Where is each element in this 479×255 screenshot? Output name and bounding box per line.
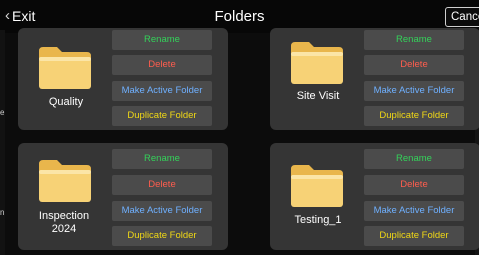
delete-button[interactable]: Delete bbox=[112, 175, 212, 195]
delete-button[interactable]: Delete bbox=[364, 55, 464, 75]
make-active-folder-button[interactable]: Make Active Folder bbox=[364, 81, 464, 101]
cancel-button[interactable]: Cancel bbox=[445, 7, 479, 27]
folder-card: Site Visit Rename Delete Make Active Fol… bbox=[270, 28, 479, 130]
folder-card: Testing_1 Rename Delete Make Active Fold… bbox=[270, 143, 479, 250]
folder-icon[interactable] bbox=[38, 46, 92, 90]
rename-button[interactable]: Rename bbox=[364, 30, 464, 50]
folder-card: Inspection 2024 Rename Delete Make Activ… bbox=[18, 143, 228, 250]
make-active-folder-button[interactable]: Make Active Folder bbox=[112, 81, 212, 101]
make-active-folder-button[interactable]: Make Active Folder bbox=[364, 201, 464, 221]
duplicate-folder-button[interactable]: Duplicate Folder bbox=[364, 106, 464, 126]
folder-name: Testing_1 bbox=[294, 214, 342, 226]
page-title: Folders bbox=[214, 8, 265, 25]
folder-icon[interactable] bbox=[290, 164, 344, 208]
folder-name: Site Visit bbox=[296, 90, 340, 102]
rename-button[interactable]: Rename bbox=[364, 149, 464, 169]
left-edge-letter: n bbox=[0, 208, 5, 217]
rename-button[interactable]: Rename bbox=[112, 149, 212, 169]
left-edge-letter: e bbox=[0, 108, 5, 117]
duplicate-folder-button[interactable]: Duplicate Folder bbox=[364, 226, 464, 246]
delete-button[interactable]: Delete bbox=[112, 55, 212, 75]
folder-name: Quality bbox=[48, 96, 84, 108]
duplicate-folder-button[interactable]: Duplicate Folder bbox=[112, 106, 212, 126]
rename-button[interactable]: Rename bbox=[112, 30, 212, 50]
make-active-folder-button[interactable]: Make Active Folder bbox=[112, 201, 212, 221]
duplicate-folder-button[interactable]: Duplicate Folder bbox=[112, 226, 212, 246]
folder-icon[interactable] bbox=[290, 41, 344, 85]
delete-button[interactable]: Delete bbox=[364, 175, 464, 195]
folder-icon[interactable] bbox=[38, 159, 92, 203]
folder-name: Inspection 2024 bbox=[38, 210, 90, 235]
folder-card: Quality Rename Delete Make Active Folder… bbox=[18, 28, 228, 130]
left-edge-panel bbox=[0, 30, 5, 255]
